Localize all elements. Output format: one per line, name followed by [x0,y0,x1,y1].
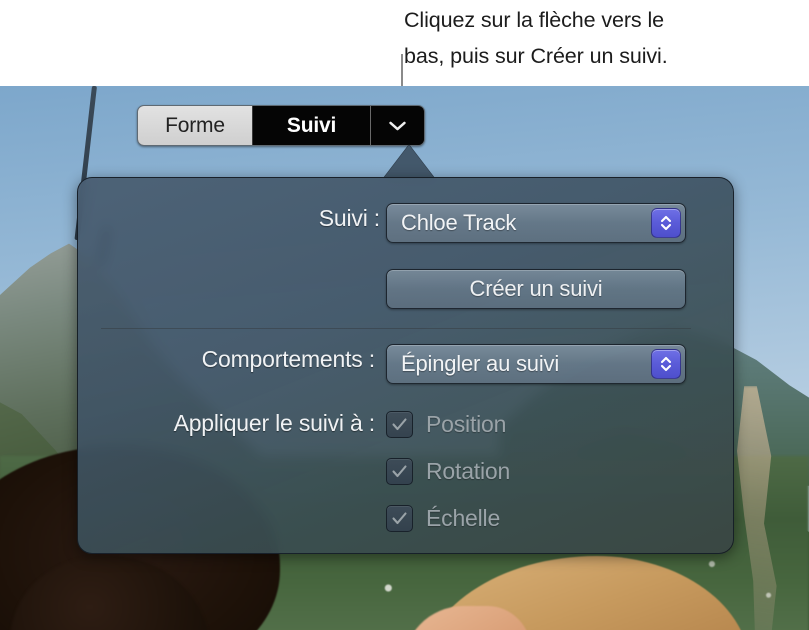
checkbox-position[interactable]: Position [386,411,506,438]
track-popover: Suivi : Chloe Track Créer un suivi Compo… [77,177,734,554]
checkbox-icon[interactable] [386,411,413,438]
behaviors-popup-button[interactable]: Épingler au suivi [386,344,686,384]
checkbox-position-label: Position [426,411,507,437]
checkbox-icon[interactable] [386,505,413,532]
chevron-down-icon[interactable] [370,106,424,145]
track-label: Suivi : [318,205,380,231]
behaviors-value: Épingler au suivi [401,351,560,376]
tab-forme[interactable]: Forme [138,106,252,145]
checkbox-echelle-label: Échelle [426,505,501,531]
track-value: Chloe Track [401,210,517,235]
track-popup-button[interactable]: Chloe Track [386,203,686,243]
section-divider [101,328,691,329]
checkbox-echelle[interactable]: Échelle [386,505,500,532]
create-track-label: Créer un suivi [469,276,603,301]
create-track-button[interactable]: Créer un suivi [386,269,686,309]
behaviors-row: Comportements : [78,346,376,373]
track-row: Suivi : [78,205,380,232]
tab-suivi[interactable]: Suivi [252,106,370,145]
up-down-chevron-icon[interactable] [651,349,681,379]
screenshot-root: Cliquez sur la flèche vers le bas, puis … [0,0,809,630]
checkbox-rotation[interactable]: Rotation [386,458,510,485]
checkbox-icon[interactable] [386,458,413,485]
up-down-chevron-icon[interactable] [651,208,681,238]
caption-text: Cliquez sur la flèche vers le bas, puis … [404,8,668,68]
behaviors-label: Comportements : [201,346,376,372]
popover-tail [383,145,435,179]
apply-label: Appliquer le suivi à : [173,410,376,436]
checkbox-rotation-label: Rotation [426,458,511,484]
caption-band: Cliquez sur la flèche vers le bas, puis … [0,0,809,86]
apply-row: Appliquer le suivi à : [78,410,376,437]
inspector-segmented-control[interactable]: Forme Suivi [137,105,425,146]
